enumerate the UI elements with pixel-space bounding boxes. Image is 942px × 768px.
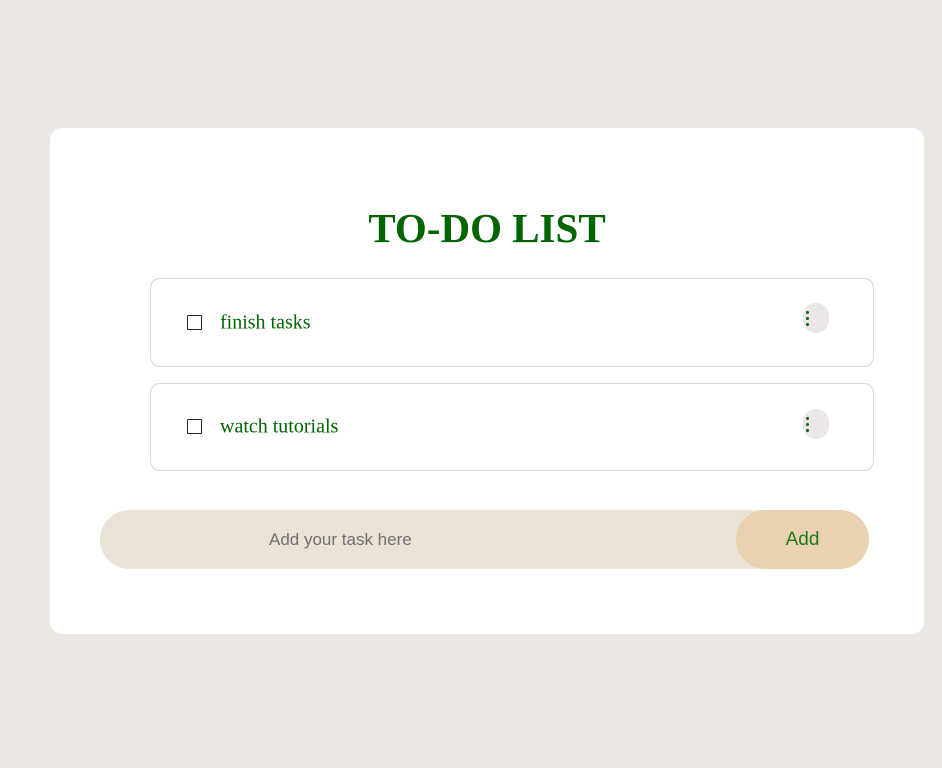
kebab-menu-icon (806, 417, 809, 420)
task-label: finish tasks (220, 311, 311, 333)
add-button[interactable]: Add (736, 510, 869, 569)
add-task-bar: Add (100, 510, 869, 569)
todo-card: TO-DO LIST finish tasks watch tutorials … (50, 128, 924, 634)
task-item: watch tutorials (150, 383, 874, 471)
task-menu-button[interactable] (803, 303, 829, 333)
task-label: watch tutorials (220, 415, 339, 438)
kebab-menu-icon (806, 311, 809, 314)
task-checkbox[interactable] (187, 419, 202, 434)
task-menu-button[interactable] (803, 409, 829, 439)
task-checkbox[interactable] (187, 314, 202, 330)
page-title: TO-DO LIST (368, 205, 606, 251)
task-input[interactable] (100, 510, 736, 569)
task-item: finish tasks (150, 278, 874, 367)
